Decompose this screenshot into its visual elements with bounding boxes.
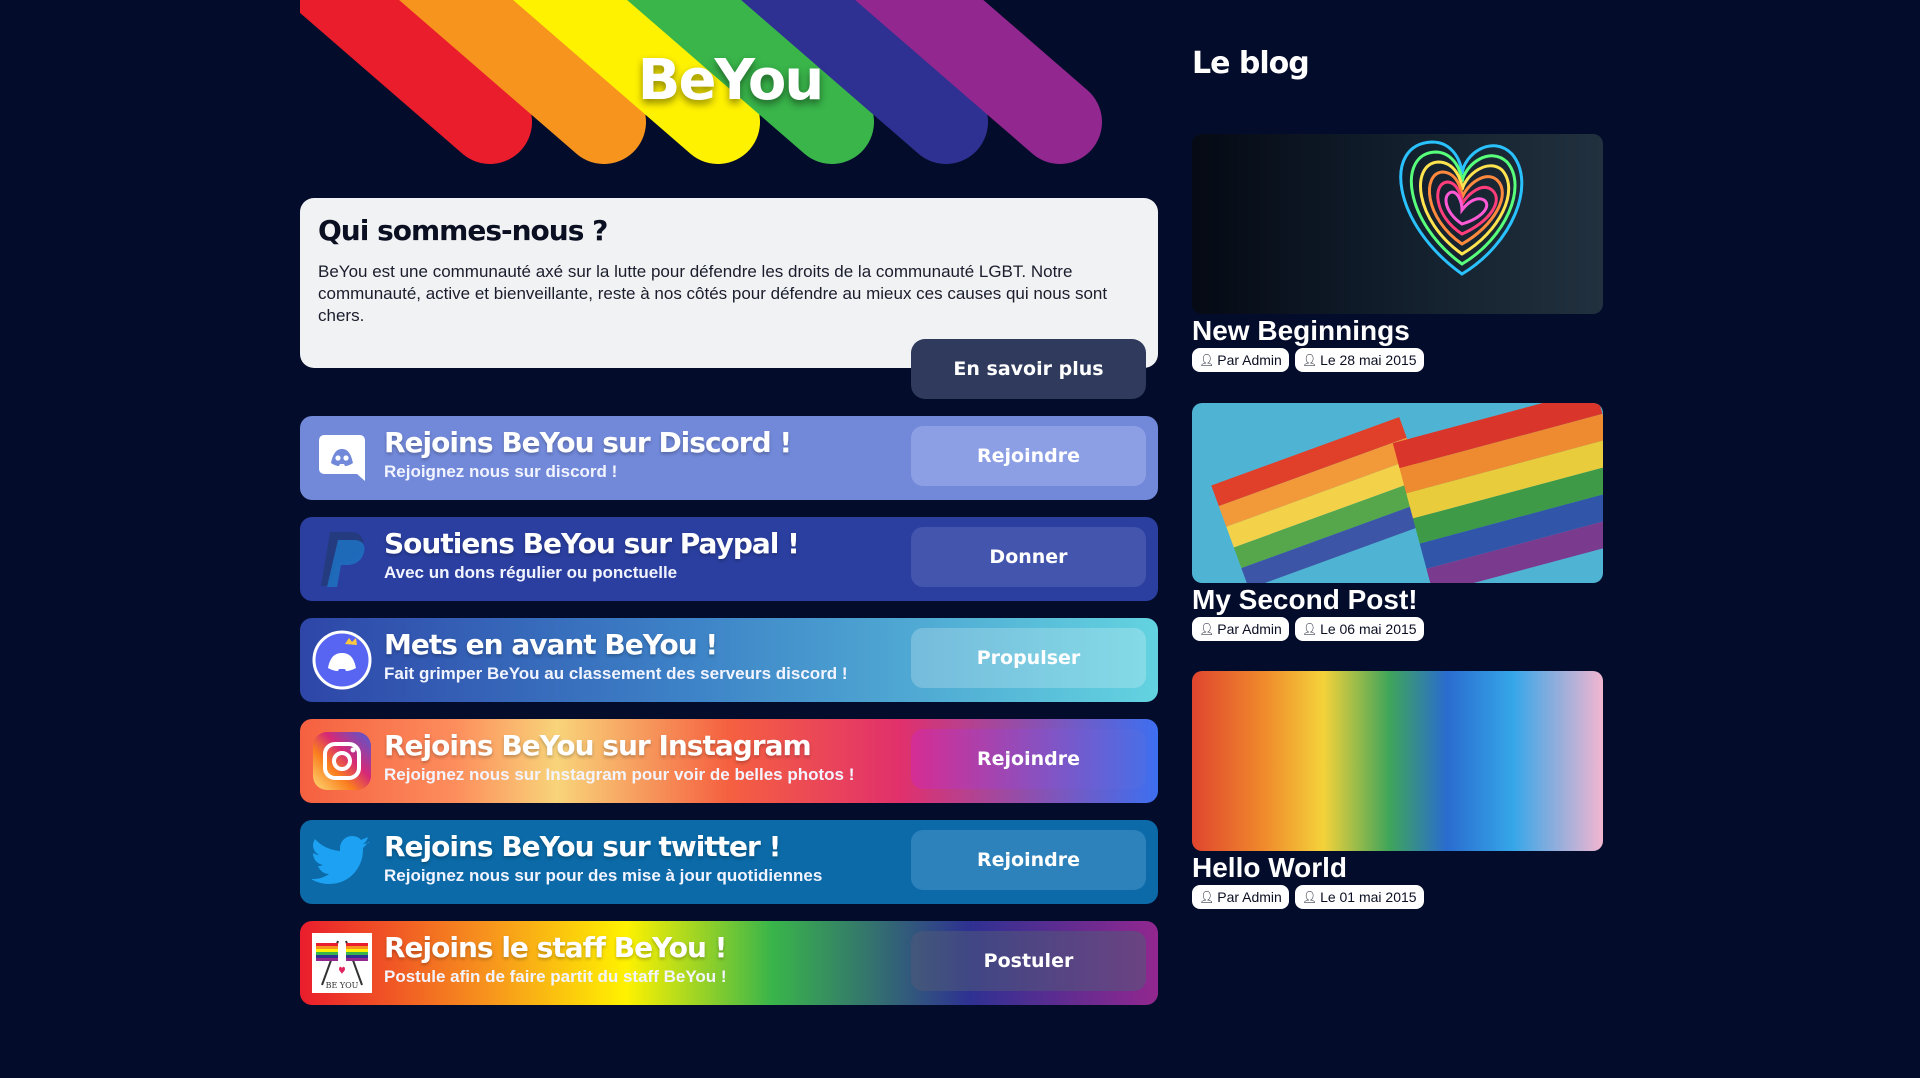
post-image-neon-heart[interactable] xyxy=(1192,134,1603,314)
author-label: Par Admin xyxy=(1217,621,1282,637)
blog-post[interactable]: Hello World 👤︎ Par Admin 👤︎ Le 01 mai 2015 xyxy=(1192,671,1603,909)
paypal-icon xyxy=(312,529,372,589)
card-title: Mets en avant BeYou ! xyxy=(384,628,718,661)
card-title: Soutiens BeYou sur Paypal ! xyxy=(384,527,800,560)
discord-nitro-icon xyxy=(312,630,372,690)
person-icon: 👤︎ xyxy=(1199,622,1215,636)
beyou-logo-text: BE YOU xyxy=(325,981,359,990)
person-icon: 👤︎ xyxy=(1199,353,1215,367)
about-heading: Qui sommes-nous ? xyxy=(318,214,608,247)
blog-heading: Le blog xyxy=(1192,46,1310,81)
card-title: Rejoins BeYou sur twitter ! xyxy=(384,830,781,863)
staff-card: BE YOU Rejoins le staff BeYou ! Postule … xyxy=(300,921,1158,1005)
person-icon: 👤︎ xyxy=(1301,353,1318,367)
donate-button[interactable]: Donner xyxy=(911,527,1146,587)
join-twitter-button[interactable]: Rejoindre xyxy=(911,830,1146,890)
beyou-logo-icon: BE YOU xyxy=(312,933,372,993)
join-discord-button[interactable]: Rejoindre xyxy=(911,426,1146,486)
discord-icon xyxy=(312,428,372,488)
person-icon: 👤︎ xyxy=(1301,890,1318,904)
card-subtitle: Postule afin de faire partit du staff Be… xyxy=(384,967,727,986)
author-tag: 👤︎ Par Admin xyxy=(1192,885,1289,909)
date-label: Le 01 mai 2015 xyxy=(1320,889,1417,905)
post-image-pride-flag[interactable] xyxy=(1192,671,1603,851)
date-label: Le 06 mai 2015 xyxy=(1320,621,1417,637)
card-title: Rejoins le staff BeYou ! xyxy=(384,931,727,964)
card-subtitle: Rejoignez nous sur Instagram pour voir d… xyxy=(384,765,855,784)
author-tag: 👤︎ Par Admin xyxy=(1192,617,1289,641)
date-tag: 👤︎ Le 28 mai 2015 xyxy=(1294,348,1424,372)
date-tag: 👤︎ Le 06 mai 2015 xyxy=(1294,617,1424,641)
post-image-rainbow-flags[interactable] xyxy=(1192,403,1603,583)
card-subtitle: Avec un dons régulier ou ponctuelle xyxy=(384,563,678,582)
instagram-icon xyxy=(312,731,372,791)
post-title[interactable]: My Second Post! xyxy=(1192,583,1603,617)
post-title[interactable]: New Beginnings xyxy=(1192,314,1603,348)
blog-post[interactable]: My Second Post! 👤︎ Par Admin 👤︎ Le 06 mai … xyxy=(1192,403,1603,641)
date-tag: 👤︎ Le 01 mai 2015 xyxy=(1294,885,1424,909)
paypal-card: Soutiens BeYou sur Paypal ! Avec un dons… xyxy=(300,517,1158,601)
hero-banner: BeYou xyxy=(300,0,1160,175)
blog-post[interactable]: New Beginnings 👤︎ Par Admin 👤︎ Le 28 mai 2… xyxy=(1192,134,1603,372)
twitter-icon xyxy=(312,832,372,892)
card-subtitle: Fait grimper BeYou au classement des ser… xyxy=(384,664,848,683)
author-tag: 👤︎ Par Admin xyxy=(1192,348,1289,372)
person-icon: 👤︎ xyxy=(1199,890,1215,904)
card-title: Rejoins BeYou sur Instagram xyxy=(384,729,812,762)
card-subtitle: Rejoignez nous sur discord ! xyxy=(384,462,618,481)
about-text: BeYou est une communauté axé sur la lutt… xyxy=(318,262,1108,325)
person-icon: 👤︎ xyxy=(1301,622,1318,636)
site-title: BeYou xyxy=(637,48,824,113)
author-label: Par Admin xyxy=(1217,352,1282,368)
learn-more-button[interactable]: En savoir plus xyxy=(911,339,1146,399)
card-subtitle: Rejoignez nous sur pour des mise à jour … xyxy=(384,866,823,885)
join-instagram-button[interactable]: Rejoindre xyxy=(911,729,1146,789)
discord-card: Rejoins BeYou sur Discord ! Rejoignez no… xyxy=(300,416,1158,500)
boost-button[interactable]: Propulser xyxy=(911,628,1146,688)
boost-card: Mets en avant BeYou ! Fait grimper BeYou… xyxy=(300,618,1158,702)
author-label: Par Admin xyxy=(1217,889,1282,905)
card-title: Rejoins BeYou sur Discord ! xyxy=(384,426,792,459)
twitter-card: Rejoins BeYou sur twitter ! Rejoignez no… xyxy=(300,820,1158,904)
date-label: Le 28 mai 2015 xyxy=(1320,352,1417,368)
instagram-card: Rejoins BeYou sur Instagram Rejoignez no… xyxy=(300,719,1158,803)
apply-staff-button[interactable]: Postuler xyxy=(911,931,1146,991)
post-title[interactable]: Hello World xyxy=(1192,851,1603,885)
